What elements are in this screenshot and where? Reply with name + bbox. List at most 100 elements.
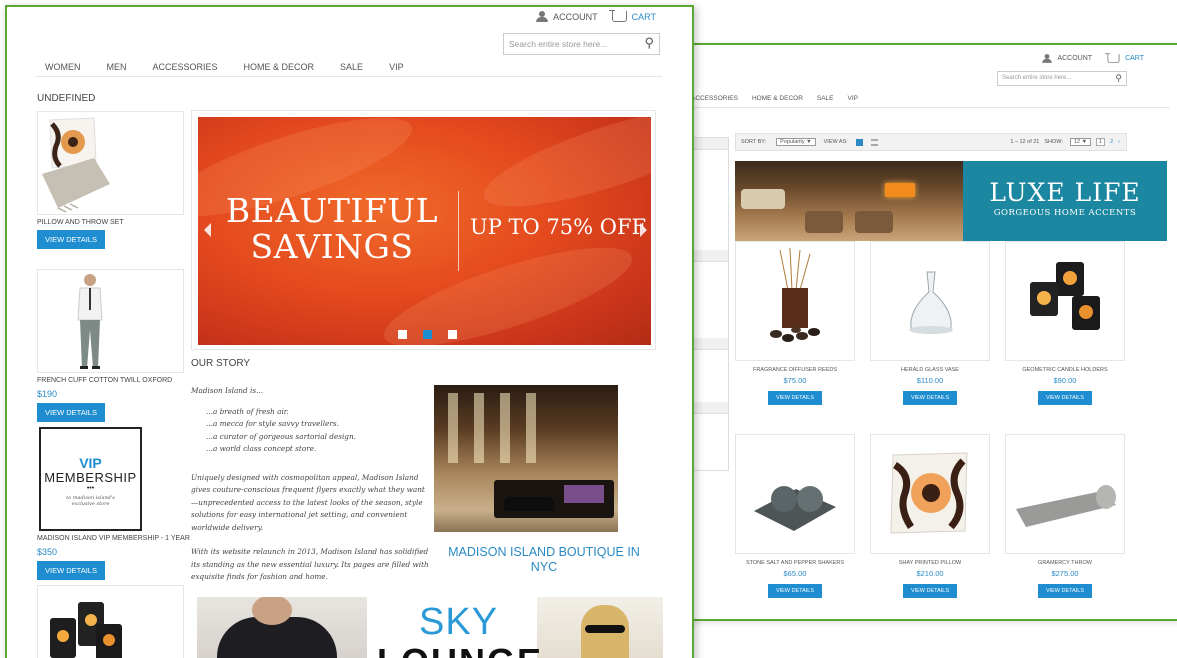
- view-details-button[interactable]: VIEW DETAILS: [37, 230, 105, 249]
- hero-slide[interactable]: BEAUTIFUL SAVINGS UP TO 75% OFF: [198, 117, 651, 345]
- prev-arrow-icon[interactable]: [204, 223, 211, 237]
- filter-band[interactable]: [691, 250, 728, 262]
- product-image[interactable]: [870, 241, 990, 361]
- toolbar: SORT BY: Popularity ▼ VIEW AS: 1 – 12 of…: [735, 133, 1127, 151]
- product-name[interactable]: PILLOW AND THROW SET: [37, 219, 187, 226]
- nav-item-home-decor[interactable]: HOME & DECOR: [244, 62, 315, 72]
- nav-item-home-decor[interactable]: HOME & DECOR: [752, 95, 803, 102]
- sort-select[interactable]: Popularity ▼: [776, 138, 816, 146]
- view-details-button[interactable]: VIEW DETAILS: [902, 584, 958, 598]
- product-image[interactable]: [870, 434, 990, 554]
- product-image[interactable]: [37, 269, 184, 373]
- sky-lounge-banner[interactable]: SKY LOUNGE: [197, 597, 663, 658]
- sunglasses-shape: [585, 625, 625, 633]
- view-details-button[interactable]: VIEW DETAILS: [1037, 391, 1093, 405]
- product-price: $75.00: [783, 376, 807, 385]
- back-account-link[interactable]: ACCOUNT: [1041, 53, 1092, 64]
- product-name[interactable]: HERALD GLASS VASE: [870, 367, 990, 373]
- nav-item-sale[interactable]: SALE: [817, 95, 834, 102]
- banner-title: LUXE LIFE: [989, 178, 1141, 207]
- page-current[interactable]: 1: [1096, 138, 1106, 146]
- category-banner[interactable]: LUXE LIFE GORGEOUS HOME ACCENTS: [735, 161, 1167, 241]
- hero-headline: BEAUTIFUL SAVINGS: [225, 191, 439, 266]
- grid-view-icon[interactable]: [855, 138, 863, 146]
- view-details-button[interactable]: VIEW DETAILS: [902, 391, 958, 405]
- show-label: SHOW:: [1044, 139, 1063, 145]
- banner-text-panel: LUXE LIFE GORGEOUS HOME ACCENTS: [963, 161, 1167, 241]
- list-view-icon[interactable]: [870, 138, 878, 146]
- product-image[interactable]: [1005, 434, 1125, 554]
- category-page-window: ACCOUNT CART Search entire store here...…: [665, 43, 1177, 621]
- account-link[interactable]: ACCOUNT: [536, 11, 598, 22]
- nav-item-accessories[interactable]: ACCESSORIES: [153, 62, 218, 72]
- product-name[interactable]: FRENCH CUFF COTTON TWILL OXFORD: [37, 377, 187, 384]
- vip-badge-dots: •••: [86, 485, 95, 492]
- view-details-button[interactable]: VIEW DETAILS: [37, 561, 105, 580]
- search-input[interactable]: Search entire store here... ⚲: [503, 33, 660, 55]
- filter-band[interactable]: [691, 138, 728, 150]
- nav-item-vip[interactable]: VIP: [848, 95, 858, 102]
- product-image[interactable]: VIP MEMBERSHIP ••• to madison island's e…: [37, 427, 184, 531]
- cart-link[interactable]: CART: [608, 10, 656, 22]
- view-details-button[interactable]: VIEW DETAILS: [767, 391, 823, 405]
- product-image[interactable]: [37, 111, 184, 215]
- view-details-button[interactable]: VIEW DETAILS: [767, 584, 823, 598]
- search-icon[interactable]: ⚲: [644, 35, 654, 51]
- sky-lounge-word-1: SKY: [419, 601, 499, 643]
- slider-dot[interactable]: [398, 330, 407, 339]
- story-paragraph: With its website relaunch in 2013, Madis…: [191, 547, 429, 581]
- model-photo-left: [197, 597, 367, 658]
- product-card: HERALD GLASS VASE $110.00 VIEW DETAILS: [870, 241, 990, 405]
- show-select[interactable]: 12 ▼: [1069, 138, 1092, 146]
- search-icon[interactable]: ⚲: [1115, 73, 1122, 84]
- nav-item-accessories[interactable]: ACCESSORIES: [691, 95, 738, 102]
- window-pane: [448, 393, 458, 463]
- product-card: GEOMETRIC CANDLE HOLDERS $90.00 VIEW DET…: [1005, 241, 1125, 405]
- product-image[interactable]: [735, 434, 855, 554]
- product-price: $65.00: [783, 569, 807, 578]
- slider-dot-active[interactable]: [423, 330, 432, 339]
- product-price: $190: [37, 389, 58, 399]
- window-pane: [500, 393, 510, 463]
- banner-subtitle: GORGEOUS HOME ACCENTS: [993, 208, 1137, 218]
- product-image[interactable]: [1005, 241, 1125, 361]
- nav-item-vip[interactable]: VIP: [389, 62, 404, 72]
- boutique-caption[interactable]: MADISON ISLAND BOUTIQUE IN NYC: [444, 545, 644, 575]
- product-image[interactable]: [735, 241, 855, 361]
- home-page-window: ACCOUNT CART Search entire store here...…: [5, 5, 694, 658]
- product-price: $210.00: [916, 569, 944, 578]
- sofa-shape: [741, 189, 785, 209]
- model-photo-right: [537, 597, 663, 658]
- product-name[interactable]: GRAMERCY THROW: [1005, 560, 1125, 566]
- product-price: $90.00: [1053, 376, 1077, 385]
- back-search-input[interactable]: Search entire store here... ⚲: [997, 71, 1127, 86]
- view-details-button[interactable]: VIEW DETAILS: [37, 403, 105, 422]
- product-name[interactable]: GEOMETRIC CANDLE HOLDERS: [1005, 367, 1125, 373]
- product-name[interactable]: STONE SALT AND PEPPER SHAKERS: [735, 560, 855, 566]
- back-cart-link[interactable]: CART: [1105, 53, 1144, 64]
- shoe-shape: [504, 497, 554, 511]
- nav-divider: [691, 107, 1170, 108]
- product-name[interactable]: SHAY PRINTED PILLOW: [870, 560, 990, 566]
- boutique-photo[interactable]: [434, 385, 618, 532]
- slider-dot[interactable]: [448, 330, 457, 339]
- product-name[interactable]: FRAGRANCE DIFFUSER REEDS: [735, 367, 855, 373]
- story-line: ...a mecca for style savvy travellers.: [206, 419, 339, 428]
- hero-offer: UP TO 75% OFF: [470, 215, 647, 239]
- nav-item-women[interactable]: WOMEN: [45, 62, 81, 72]
- window-pane: [526, 393, 536, 463]
- filter-band[interactable]: [691, 402, 728, 414]
- product-card: GRAMERCY THROW $275.00 VIEW DETAILS: [1005, 434, 1125, 598]
- product-image[interactable]: [37, 585, 184, 658]
- next-page-icon[interactable]: ›: [1118, 139, 1120, 145]
- nav-item-sale[interactable]: SALE: [340, 62, 363, 72]
- product-name[interactable]: MADISON ISLAND VIP MEMBERSHIP - 1 YEAR: [37, 535, 190, 542]
- page-link-2[interactable]: 2: [1110, 139, 1113, 145]
- view-details-button[interactable]: VIEW DETAILS: [1037, 584, 1093, 598]
- product-price: $350: [37, 547, 58, 557]
- hero-divider: [458, 191, 459, 271]
- nav-item-men[interactable]: MEN: [107, 62, 127, 72]
- sort-label: SORT BY:: [741, 139, 767, 145]
- filter-band[interactable]: [691, 338, 728, 350]
- next-arrow-icon[interactable]: [640, 223, 647, 237]
